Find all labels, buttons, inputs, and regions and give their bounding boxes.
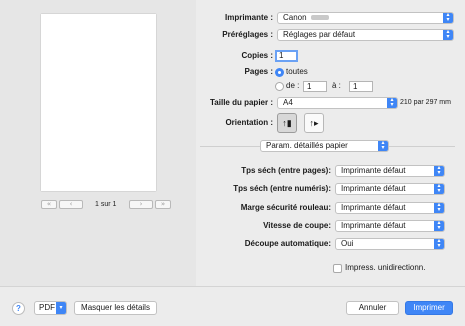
chevron-updown-icon: ▴ ▾ [443, 29, 453, 40]
printer-value: Canon [283, 13, 307, 22]
chevron-updown-icon: ▴ ▾ [434, 183, 444, 194]
last-page-button[interactable]: » [155, 200, 171, 209]
pages-all-radio[interactable] [275, 68, 284, 77]
setting-select-roll-margin[interactable]: Imprimante défaut ▴ ▾ [335, 202, 445, 214]
pages-from-label: de : [286, 81, 300, 90]
next-page-icon: › [139, 200, 143, 208]
copies-input[interactable]: 1 [275, 50, 298, 62]
page-preview [41, 14, 156, 191]
setting-label-dry-pages: Tps séch (entre pages): [241, 166, 331, 175]
cancel-button[interactable]: Annuler [346, 301, 399, 315]
chevron-updown-icon: ▴ ▾ [434, 220, 444, 231]
portrait-icon: ↑▮ [282, 118, 292, 128]
chevron-updown-icon: ▴ ▾ [378, 140, 388, 151]
setting-value: Imprimante défaut [341, 203, 406, 212]
setting-label-roll-margin: Marge sécurité rouleau: [240, 203, 331, 212]
landscape-icon: ↑▸ [309, 118, 319, 128]
landscape-button[interactable]: ↑▸ [304, 113, 324, 133]
help-icon: ? [16, 304, 21, 313]
help-button[interactable]: ? [12, 302, 25, 315]
setting-select-dry-pages[interactable]: Imprimante défaut ▴ ▾ [335, 165, 445, 177]
pages-to-input[interactable]: 1 [349, 81, 373, 92]
pages-range-radio[interactable] [275, 82, 284, 91]
pdf-label: PDF [39, 303, 55, 312]
portrait-button[interactable]: ↑▮ [277, 113, 297, 133]
setting-select-dry-scans[interactable]: Imprimante défaut ▴ ▾ [335, 183, 445, 195]
orientation-label: Orientation : [225, 118, 273, 127]
presets-value: Réglages par défaut [283, 30, 356, 39]
previous-page-button[interactable]: ‹ [59, 200, 83, 209]
chevron-down-icon: ▾ [56, 302, 66, 314]
unidirectional-label: Impress. unidirectionn. [345, 263, 426, 272]
chevron-updown-icon: ▴ ▾ [434, 165, 444, 176]
printer-model-redacted [310, 15, 329, 21]
presets-label: Préréglages : [222, 30, 273, 39]
chevron-updown-icon: ▴ ▾ [434, 202, 444, 213]
pages-to-label: à : [332, 81, 341, 90]
last-page-icon: » [160, 200, 166, 208]
setting-select-cut-speed[interactable]: Imprimante défaut ▴ ▾ [335, 220, 445, 232]
panel-select[interactable]: Param. détaillés papier ▴ ▾ [260, 140, 389, 152]
presets-select[interactable]: Réglages par défaut ▴ ▾ [277, 29, 454, 41]
next-page-button[interactable]: › [129, 200, 153, 209]
unidirectional-checkbox[interactable] [333, 264, 342, 273]
setting-value: Oui [341, 239, 354, 248]
chevron-updown-icon: ▴ ▾ [387, 97, 397, 108]
paper-dimensions: 210 par 297 mm [400, 99, 451, 106]
pdf-menu-button[interactable]: PDF ▾ [34, 301, 67, 315]
paper-size-value: A4 [283, 98, 293, 107]
setting-value: Imprimante défaut [341, 184, 406, 193]
pages-label: Pages : [244, 67, 273, 76]
chevron-updown-icon: ▴ ▾ [434, 238, 444, 249]
chevron-updown-icon: ▴ ▾ [443, 12, 453, 23]
setting-value: Imprimante défaut [341, 221, 406, 230]
first-page-icon: « [46, 200, 52, 208]
paper-size-select[interactable]: A4 ▴ ▾ [277, 97, 398, 109]
setting-select-auto-cut[interactable]: Oui ▴ ▾ [335, 238, 445, 250]
setting-value: Imprimante défaut [341, 166, 406, 175]
printer-select[interactable]: Canon ▴ ▾ [277, 12, 454, 24]
paper-size-label: Taille du papier : [210, 98, 273, 107]
setting-label-auto-cut: Découpe automatique: [244, 239, 331, 248]
first-page-button[interactable]: « [41, 200, 57, 209]
page-count: 1 sur 1 [95, 201, 117, 208]
copies-label: Copies : [241, 51, 273, 60]
hide-details-button[interactable]: Masquer les détails [74, 301, 157, 315]
setting-label-cut-speed: Vitesse de coupe: [263, 221, 331, 230]
panel-value: Param. détaillés papier [266, 141, 348, 150]
printer-label: Imprimante : [224, 13, 273, 22]
pages-from-input[interactable]: 1 [303, 81, 327, 92]
previous-page-icon: ‹ [69, 200, 73, 208]
print-button[interactable]: Imprimer [405, 301, 453, 315]
setting-label-dry-scans: Tps séch (entre numéris): [233, 184, 331, 193]
pages-all-label: toutes [286, 67, 308, 76]
